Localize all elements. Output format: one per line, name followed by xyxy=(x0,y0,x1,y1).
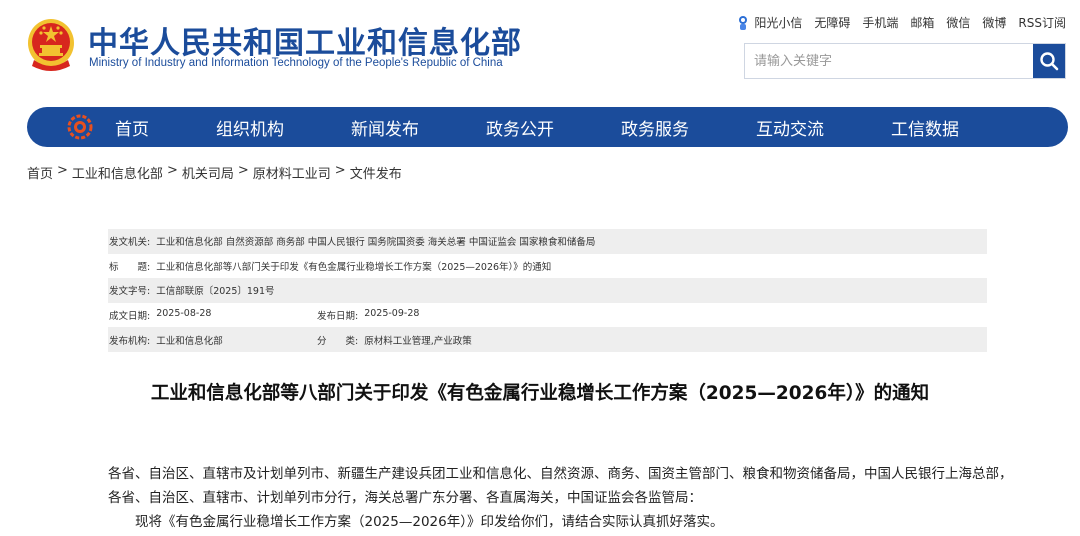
publish-date-cell: 发布日期: 2025-09-28 xyxy=(317,308,419,322)
category-cell: 分 类: 原材料工业管理,产业政策 xyxy=(317,333,472,347)
publisher-cell: 发布机构: 工业和信息化部 xyxy=(109,333,317,347)
breadcrumb-separator: > xyxy=(57,163,68,178)
info-row-publisher: 发布机构: 工业和信息化部 分 类: 原材料工业管理,产业政策 xyxy=(108,327,987,352)
site-header: 中华人民共和国工业和信息化部 Ministry of Industry and … xyxy=(0,0,1080,100)
category-value: 原材料工业管理,产业政策 xyxy=(364,335,472,347)
breadcrumb-separator: > xyxy=(166,163,178,178)
publish-date-value: 2025-09-28 xyxy=(364,308,420,320)
top-link-accessibility[interactable]: 无障碍 xyxy=(814,14,850,31)
breadcrumb-departments[interactable]: 机关司局 xyxy=(182,163,234,182)
category-label: 分 类: xyxy=(317,335,359,347)
title-label: 标 题: xyxy=(109,261,151,273)
search-input[interactable] xyxy=(745,44,1033,78)
publish-date-label: 发布日期: xyxy=(317,311,359,323)
written-date-value: 2025-08-28 xyxy=(156,308,212,320)
site-title-cn[interactable]: 中华人民共和国工业和信息化部 xyxy=(88,18,522,62)
nav-interaction[interactable]: 互动交流 xyxy=(756,115,824,140)
info-row-issuer: 发文机关: 工业和信息化部 自然资源部 商务部 中国人民银行 国务院国资委 海关… xyxy=(108,229,987,254)
breadcrumb-home[interactable]: 首页 xyxy=(27,163,53,182)
search-box xyxy=(744,43,1066,79)
publisher-value: 工业和信息化部 xyxy=(156,335,223,347)
info-row-title: 标 题: 工业和信息化部等八部门关于印发《有色金属行业稳增长工作方案（2025—… xyxy=(108,254,987,279)
top-link-mobile[interactable]: 手机端 xyxy=(862,14,898,31)
doc-number-value: 工信部联原〔2025〕191号 xyxy=(156,286,275,298)
issuer-value: 工业和信息化部 自然资源部 商务部 中国人民银行 国务院国资委 海关总署 中国证… xyxy=(156,237,596,249)
doc-number-label: 发文字号: xyxy=(109,286,151,298)
miit-logo-icon[interactable] xyxy=(67,114,93,140)
body-paragraph: 各省、自治区、直辖市、计划单列市分行，海关总署广东分署、各直属海关，中国证监会各… xyxy=(108,490,702,506)
breadcrumb-documents[interactable]: 文件发布 xyxy=(350,163,402,182)
document-title: 工业和信息化部等八部门关于印发《有色金属行业稳增长工作方案（2025—2026年… xyxy=(150,383,930,404)
info-row-dates: 成文日期: 2025-08-28 发布日期: 2025-09-28 xyxy=(108,303,987,328)
search-button[interactable] xyxy=(1033,44,1065,78)
nav-organization[interactable]: 组织机构 xyxy=(216,115,284,140)
nav-home[interactable]: 首页 xyxy=(115,115,149,140)
search-icon xyxy=(1040,52,1059,71)
nav-government-affairs[interactable]: 政务公开 xyxy=(486,115,554,140)
top-link-rss[interactable]: RSS订阅 xyxy=(1018,14,1066,31)
main-nav: 首页 组织机构 新闻发布 政务公开 政务服务 互动交流 工信数据 xyxy=(27,107,1068,147)
info-row-doc-number: 发文字号: 工信部联原〔2025〕191号 xyxy=(108,278,987,303)
nav-news[interactable]: 新闻发布 xyxy=(351,115,419,140)
written-date-cell: 成文日期: 2025-08-28 xyxy=(109,308,317,322)
document-info-table: 发文机关: 工业和信息化部 自然资源部 商务部 中国人民银行 国务院国资委 海关… xyxy=(108,229,987,352)
top-link-weibo[interactable]: 微博 xyxy=(982,14,1006,31)
written-date-label: 成文日期: xyxy=(109,311,151,323)
breadcrumb-separator: > xyxy=(237,163,249,178)
nav-services[interactable]: 政务服务 xyxy=(621,115,689,140)
site-title-en[interactable]: Ministry of Industry and Information Tec… xyxy=(89,57,503,69)
title-value: 工业和信息化部等八部门关于印发《有色金属行业稳增长工作方案（2025—2026年… xyxy=(156,261,552,273)
publisher-label: 发布机构: xyxy=(109,335,151,347)
issuer-label: 发文机关: xyxy=(109,237,151,249)
breadcrumb-raw-materials[interactable]: 原材料工业司 xyxy=(253,163,331,182)
top-link-sunshine[interactable]: 阳光小信 xyxy=(754,14,802,31)
breadcrumb: 首页 > 工业和信息化部 > 机关司局 > 原材料工业司 > 文件发布 xyxy=(27,163,402,182)
top-link-mail[interactable]: 邮箱 xyxy=(910,14,934,31)
body-paragraph: 现将《有色金属行业稳增长工作方案（2025—2026年）》印发给你们，请结合实际… xyxy=(135,514,724,530)
top-link-wechat[interactable]: 微信 xyxy=(946,14,970,31)
breadcrumb-ministry[interactable]: 工业和信息化部 xyxy=(72,163,163,182)
body-paragraph: 各省、自治区、直辖市及计划单列市、新疆生产建设兵团工业和信息化、自然资源、商务、… xyxy=(108,466,1013,482)
mascot-icon[interactable] xyxy=(736,15,750,31)
top-links: 阳光小信 无障碍 手机端 邮箱 微信 微博 RSS订阅 xyxy=(736,14,1066,31)
document-body: 各省、自治区、直辖市及计划单列市、新疆生产建设兵团工业和信息化、自然资源、商务、… xyxy=(108,462,1013,534)
breadcrumb-separator: > xyxy=(334,163,346,178)
national-emblem-icon[interactable] xyxy=(26,16,76,74)
nav-data[interactable]: 工信数据 xyxy=(891,115,959,140)
